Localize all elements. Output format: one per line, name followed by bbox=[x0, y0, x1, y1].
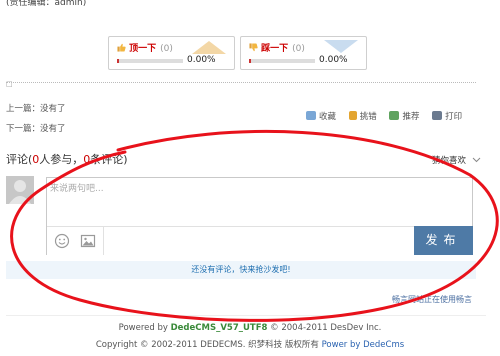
powered-brand[interactable]: DedeCMS_V57_UTF8 bbox=[171, 323, 268, 333]
vote-down-label: 踩一下 bbox=[261, 44, 289, 54]
print-label: 打印 bbox=[445, 112, 463, 122]
folder-icon bbox=[306, 111, 316, 120]
thumb-down-icon bbox=[249, 43, 261, 54]
smiley-icon bbox=[54, 233, 70, 249]
vote-up-box[interactable]: 顶一下 (0) 0.00% bbox=[108, 36, 235, 70]
guess-label: 猜你喜欢 bbox=[432, 156, 467, 166]
vote-up-label-wrap: 顶一下 (0) bbox=[117, 41, 173, 54]
favorite-label: 收藏 bbox=[319, 112, 337, 122]
recommend-icon bbox=[389, 111, 400, 120]
article-actions: 收藏 挑错 推荐 打印 bbox=[306, 110, 472, 122]
user-silhouette-icon bbox=[9, 180, 31, 204]
user-avatar bbox=[6, 176, 34, 204]
chevron-down-icon bbox=[469, 156, 481, 166]
comment-textarea[interactable] bbox=[47, 178, 472, 226]
next-article-link[interactable]: 下一篇：没有了 bbox=[6, 122, 66, 134]
pencil-icon bbox=[348, 111, 357, 120]
publish-button[interactable]: 发布 bbox=[414, 226, 473, 255]
editor-toolbar: 发布 bbox=[47, 226, 473, 255]
powered-prefix: Powered by bbox=[118, 323, 171, 333]
toolbar-separator bbox=[103, 227, 104, 255]
vote-down-count: (0) bbox=[292, 44, 305, 54]
guess-you-like-link[interactable]: 猜你喜欢 bbox=[432, 154, 481, 166]
vote-up-label: 顶一下 bbox=[129, 44, 157, 54]
vote-up-count: (0) bbox=[160, 44, 173, 54]
recommend-label: 推荐 bbox=[402, 112, 420, 122]
down-arrow-icon bbox=[324, 40, 358, 57]
comments-title-suffix: 条评论) bbox=[90, 153, 128, 166]
vote-down-box[interactable]: 踩一下 (0) 0.00% bbox=[240, 36, 367, 70]
vote-down-label-wrap: 踩一下 (0) bbox=[249, 41, 305, 54]
comments-title-prefix: 评论( bbox=[6, 153, 33, 166]
report-label: 挑错 bbox=[359, 112, 377, 122]
printer-icon bbox=[432, 111, 443, 120]
comments-title-mid: 人参与， bbox=[39, 153, 84, 166]
footer-divider bbox=[6, 315, 486, 316]
changyan-online-link[interactable]: 畅言网站正在使用畅言 bbox=[392, 294, 472, 305]
image-upload-button[interactable] bbox=[79, 232, 97, 250]
favorite-action[interactable]: 收藏 bbox=[306, 110, 336, 122]
report-error-action[interactable]: 挑错 bbox=[348, 110, 377, 122]
vote-down-progress bbox=[249, 59, 315, 63]
print-action[interactable]: 打印 bbox=[432, 110, 462, 122]
no-comments-banner: 还没有评论，快来抢沙发吧! bbox=[6, 261, 476, 279]
powered-suffix: © 2004-2011 DesDev Inc. bbox=[267, 323, 382, 333]
powered-link[interactable]: Power by DedeCms bbox=[322, 340, 405, 350]
editor-credit: (责任编辑：admin) bbox=[6, 0, 87, 8]
up-arrow-icon bbox=[192, 40, 226, 57]
dotted-divider bbox=[6, 82, 476, 83]
copyright-line: Copyright © 2002-2011 DEDECMS. 织梦科技 版权所有… bbox=[0, 338, 500, 350]
recommend-action[interactable]: 推荐 bbox=[389, 110, 419, 122]
powered-by-line: Powered by DedeCMS_V57_UTF8 © 2004-2011 … bbox=[0, 323, 500, 333]
prev-article-link[interactable]: 上一篇：没有了 bbox=[6, 102, 66, 114]
thumb-up-icon bbox=[117, 43, 129, 54]
copyright-text: Copyright © 2002-2011 DEDECMS. 织梦科技 版权所有 bbox=[95, 340, 322, 350]
comments-header: 评论(0人参与，0条评论) bbox=[6, 151, 128, 167]
image-icon bbox=[80, 234, 96, 248]
emoji-button[interactable] bbox=[53, 232, 71, 250]
vote-up-progress bbox=[117, 59, 183, 63]
comment-editor: 发布 bbox=[46, 177, 473, 255]
